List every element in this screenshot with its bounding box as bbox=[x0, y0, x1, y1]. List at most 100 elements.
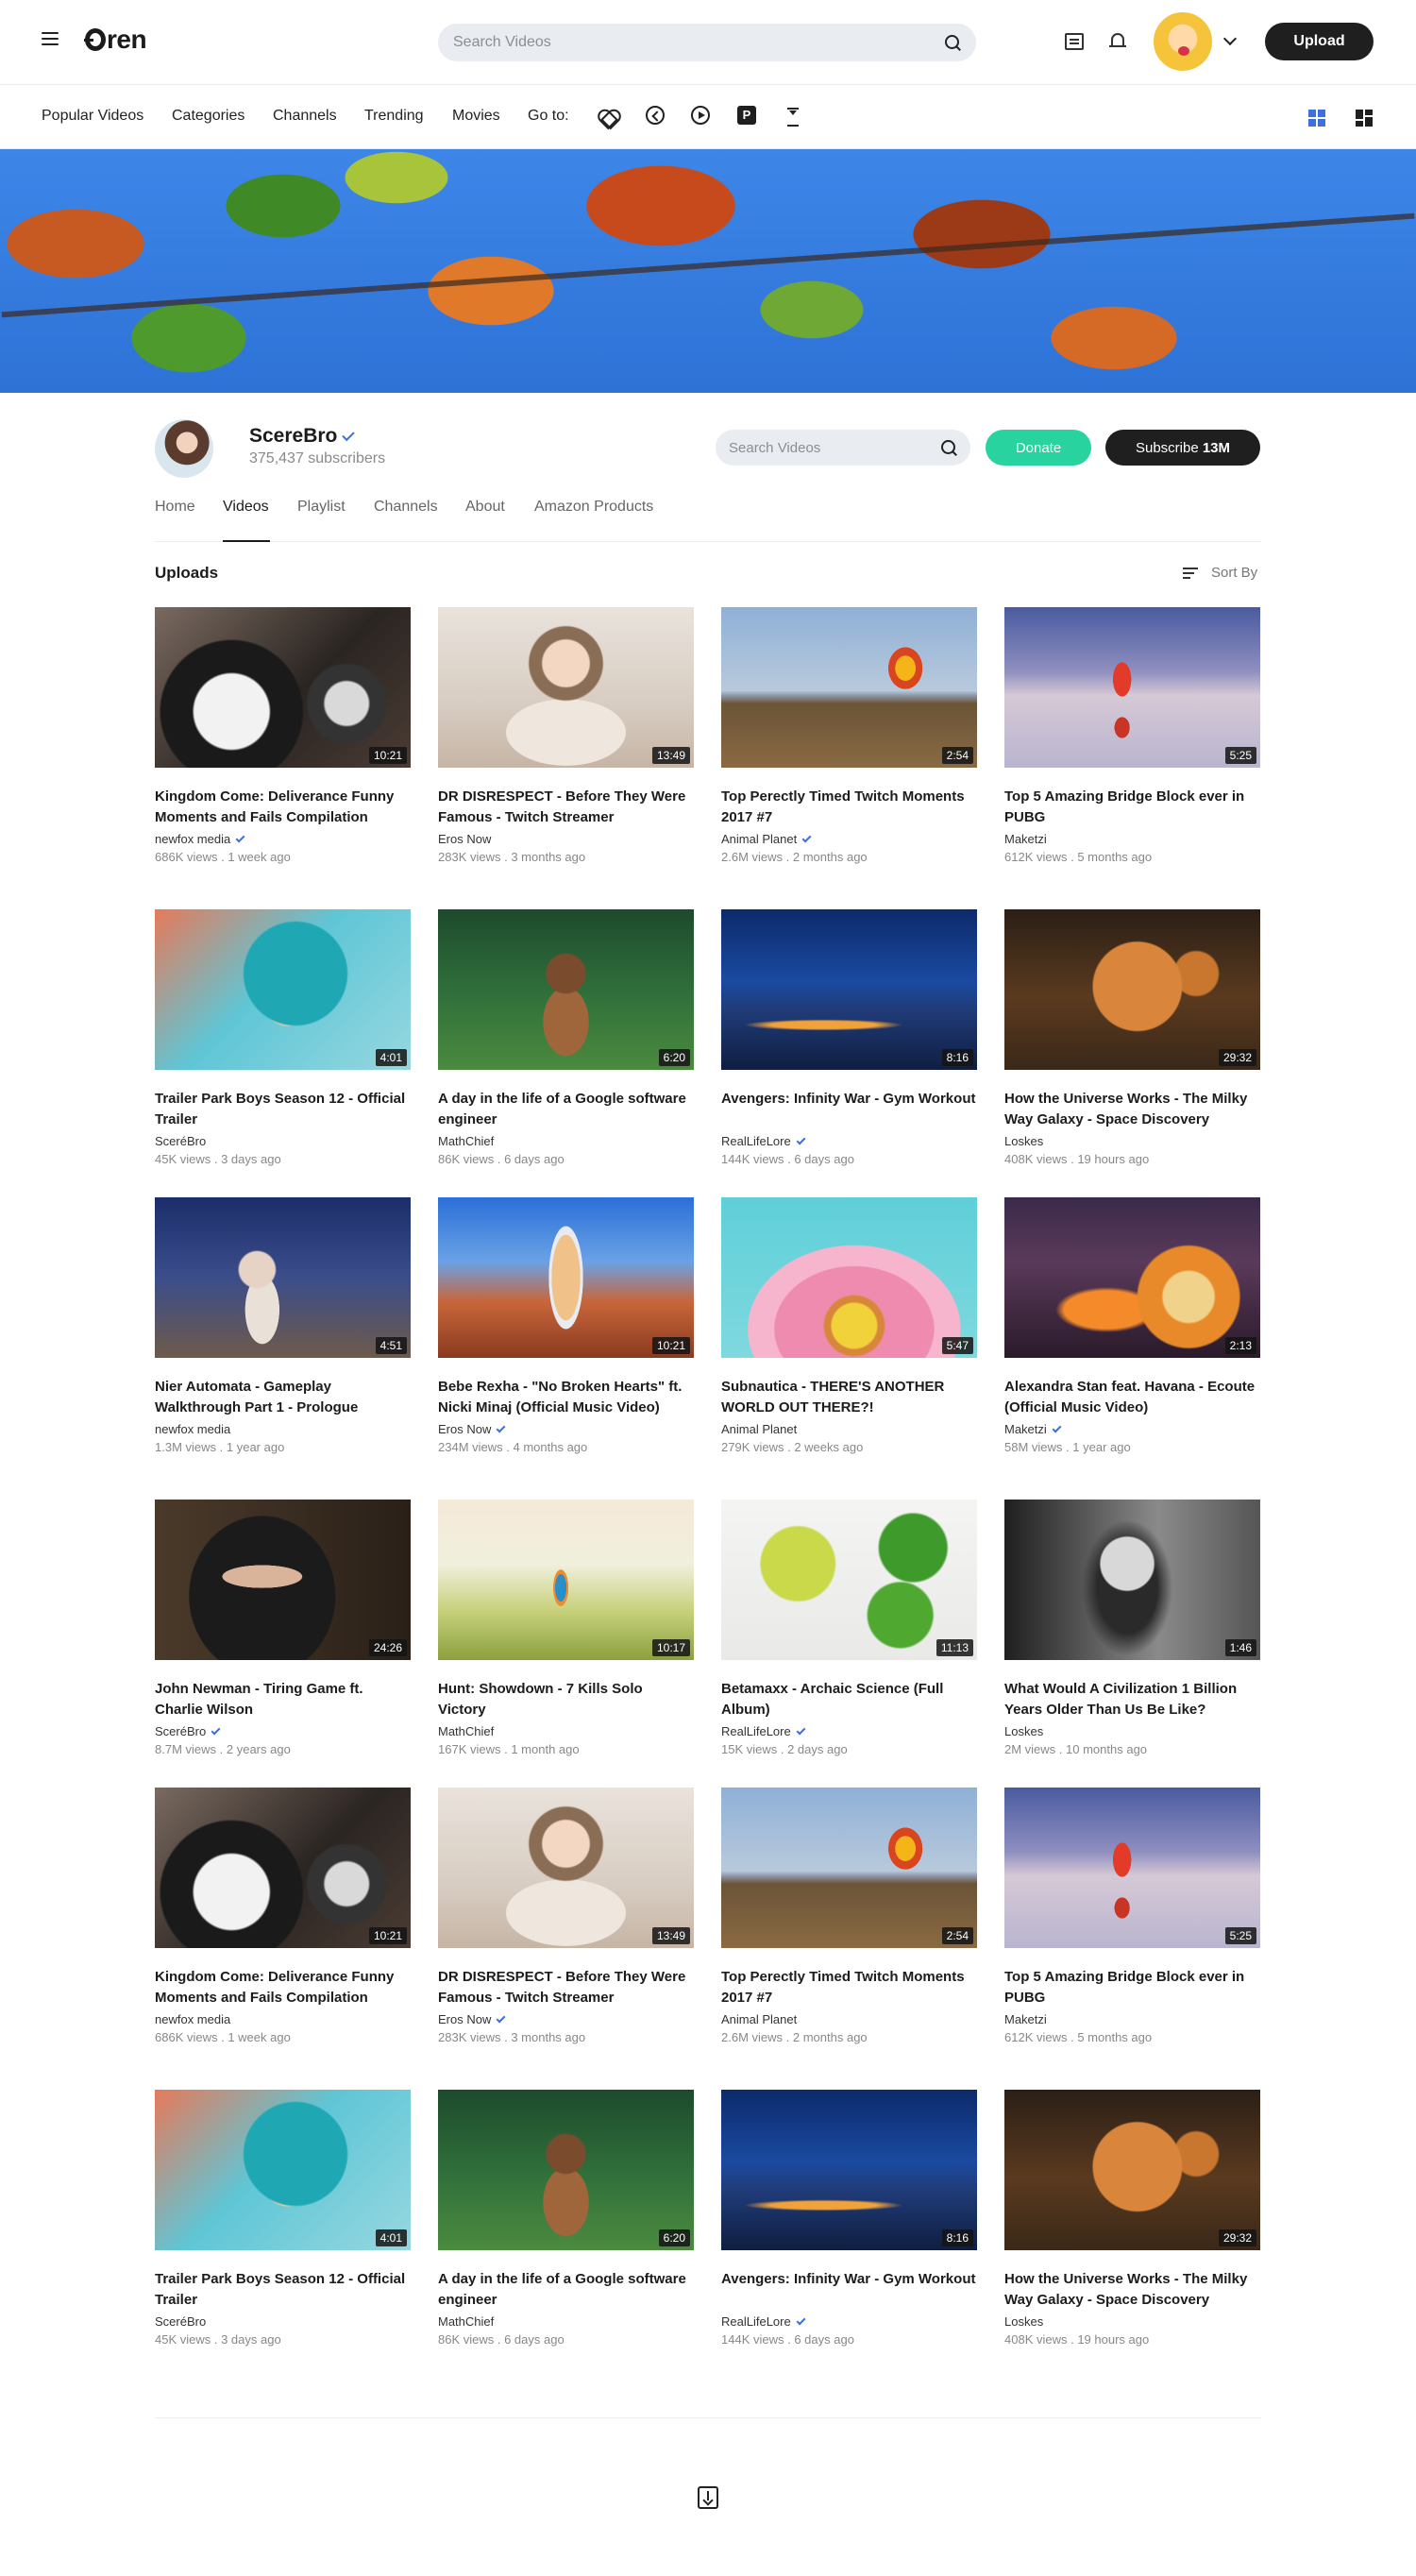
video-thumbnail[interactable]: 5:25 bbox=[1004, 1788, 1260, 1948]
video-thumbnail[interactable]: 4:01 bbox=[155, 2090, 411, 2250]
load-more-icon[interactable] bbox=[698, 2486, 718, 2509]
video-channel[interactable]: Loskes bbox=[1004, 1134, 1260, 1148]
video-title[interactable]: Kingdom Come: Deliverance Funny Moments … bbox=[155, 1967, 411, 2008]
video-channel[interactable]: Eros Now bbox=[438, 1422, 694, 1436]
video-card[interactable]: 8:16 Avengers: Infinity War - Gym Workout… bbox=[721, 2090, 977, 2347]
video-thumbnail[interactable]: 8:16 bbox=[721, 909, 977, 1070]
video-title[interactable]: Top Perectly Timed Twitch Moments 2017 #… bbox=[721, 1967, 977, 2008]
video-thumbnail[interactable]: 6:20 bbox=[438, 2090, 694, 2250]
subscribe-button[interactable]: Subscribe 13M bbox=[1105, 430, 1260, 466]
nav-popular-videos[interactable]: Popular Videos bbox=[42, 108, 143, 125]
video-channel[interactable]: Animal Planet bbox=[721, 832, 977, 846]
video-thumbnail[interactable]: 4:51 bbox=[155, 1197, 411, 1358]
channel-name[interactable]: ScereBro bbox=[249, 425, 356, 448]
hourglass-icon[interactable] bbox=[784, 106, 804, 127]
tab-channels[interactable]: Channels bbox=[374, 499, 438, 516]
video-title[interactable]: John Newman - Tiring Game ft. Charlie Wi… bbox=[155, 1679, 411, 1720]
tab-videos[interactable]: Videos bbox=[223, 499, 269, 516]
masonry-view-icon[interactable] bbox=[1356, 110, 1373, 127]
video-title[interactable]: How the Universe Works - The Milky Way G… bbox=[1004, 2269, 1260, 2311]
video-title[interactable]: Trailer Park Boys Season 12 - Official T… bbox=[155, 1089, 411, 1130]
video-card[interactable]: 2:54 Top Perectly Timed Twitch Moments 20… bbox=[721, 607, 977, 864]
video-thumbnail[interactable]: 13:49 bbox=[438, 1788, 694, 1948]
video-channel[interactable]: RealLifeLore bbox=[721, 1134, 977, 1148]
video-title[interactable]: A day in the life of a Google software e… bbox=[438, 2269, 694, 2311]
video-card[interactable]: 6:20 A day in the life of a Google softwa… bbox=[438, 2090, 694, 2347]
video-channel[interactable]: Loskes bbox=[1004, 1724, 1260, 1738]
video-thumbnail[interactable]: 2:54 bbox=[721, 607, 977, 768]
heart-icon[interactable] bbox=[598, 106, 618, 127]
video-card[interactable]: 29:32 How the Universe Works - The Milky … bbox=[1004, 909, 1260, 1166]
nav-movies[interactable]: Movies bbox=[452, 108, 500, 125]
video-channel[interactable]: Eros Now bbox=[438, 832, 694, 846]
video-thumbnail[interactable]: 13:49 bbox=[438, 607, 694, 768]
video-channel[interactable]: Animal Planet bbox=[721, 1422, 977, 1436]
tab-playlist[interactable]: Playlist bbox=[297, 499, 346, 516]
video-thumbnail[interactable]: 5:25 bbox=[1004, 607, 1260, 768]
video-title[interactable]: What Would A Civilization 1 Billion Year… bbox=[1004, 1679, 1260, 1720]
video-card[interactable]: 8:16 Avengers: Infinity War - Gym Workout… bbox=[721, 909, 977, 1166]
video-title[interactable]: Top 5 Amazing Bridge Block ever in PUBG bbox=[1004, 1967, 1260, 2008]
video-thumbnail[interactable]: 29:32 bbox=[1004, 909, 1260, 1070]
video-card[interactable]: 1:46 What Would A Civilization 1 Billion … bbox=[1004, 1500, 1260, 1756]
video-card[interactable]: 4:51 Nier Automata - Gameplay Walkthrough… bbox=[155, 1197, 411, 1454]
video-thumbnail[interactable]: 4:01 bbox=[155, 909, 411, 1070]
nav-categories[interactable]: Categories bbox=[172, 108, 244, 125]
video-channel[interactable]: Maketzi bbox=[1004, 2012, 1260, 2026]
video-title[interactable]: Avengers: Infinity War - Gym Workout bbox=[721, 2269, 977, 2311]
video-card[interactable]: 10:17 Hunt: Showdown - 7 Kills Solo Victo… bbox=[438, 1500, 694, 1756]
user-avatar[interactable] bbox=[1154, 12, 1212, 71]
video-thumbnail[interactable]: 11:13 bbox=[721, 1500, 977, 1660]
video-channel[interactable]: SceréBro bbox=[155, 1724, 411, 1738]
video-card[interactable]: 4:01 Trailer Park Boys Season 12 - Offici… bbox=[155, 2090, 411, 2347]
video-thumbnail[interactable]: 10:17 bbox=[438, 1500, 694, 1660]
video-channel[interactable]: newfox media bbox=[155, 832, 411, 846]
video-title[interactable]: Kingdom Come: Deliverance Funny Moments … bbox=[155, 787, 411, 828]
video-title[interactable]: Hunt: Showdown - 7 Kills Solo Victory bbox=[438, 1679, 694, 1720]
video-card[interactable]: 11:13 Betamaxx - Archaic Science (Full Al… bbox=[721, 1500, 977, 1756]
video-channel[interactable]: newfox media bbox=[155, 2012, 411, 2026]
video-channel[interactable]: Loskes bbox=[1004, 2314, 1260, 2329]
video-thumbnail[interactable]: 6:20 bbox=[438, 909, 694, 1070]
bell-icon[interactable] bbox=[1109, 31, 1126, 50]
video-title[interactable]: Top Perectly Timed Twitch Moments 2017 #… bbox=[721, 787, 977, 828]
video-thumbnail[interactable]: 1:46 bbox=[1004, 1500, 1260, 1660]
video-thumbnail[interactable]: 29:32 bbox=[1004, 2090, 1260, 2250]
video-channel[interactable]: RealLifeLore bbox=[721, 1724, 977, 1738]
video-title[interactable]: DR DISRESPECT - Before They Were Famous … bbox=[438, 1967, 694, 2008]
video-title[interactable]: Bebe Rexha - "No Broken Hearts" ft. Nick… bbox=[438, 1377, 694, 1418]
video-title[interactable]: Subnautica - THERE'S ANOTHER WORLD OUT T… bbox=[721, 1377, 977, 1418]
tab-home[interactable]: Home bbox=[155, 499, 195, 516]
video-channel[interactable]: Animal Planet bbox=[721, 2012, 977, 2026]
menu-icon[interactable] bbox=[42, 32, 59, 45]
video-title[interactable]: Top 5 Amazing Bridge Block ever in PUBG bbox=[1004, 787, 1260, 828]
p-icon[interactable]: P bbox=[737, 106, 756, 125]
video-thumbnail[interactable]: 24:26 bbox=[155, 1500, 411, 1660]
channel-avatar[interactable] bbox=[155, 419, 213, 478]
video-channel[interactable]: MathChief bbox=[438, 1134, 694, 1148]
video-card[interactable]: 10:21 Kingdom Come: Deliverance Funny Mom… bbox=[155, 607, 411, 864]
video-channel[interactable]: RealLifeLore bbox=[721, 2314, 977, 2329]
video-channel[interactable]: SceréBro bbox=[155, 2314, 411, 2329]
video-title[interactable]: Trailer Park Boys Season 12 - Official T… bbox=[155, 2269, 411, 2311]
video-card[interactable]: 5:25 Top 5 Amazing Bridge Block ever in P… bbox=[1004, 607, 1260, 864]
video-card[interactable]: 4:01 Trailer Park Boys Season 12 - Offici… bbox=[155, 909, 411, 1166]
video-channel[interactable]: SceréBro bbox=[155, 1134, 411, 1148]
logo[interactable]: ren bbox=[84, 25, 147, 55]
video-title[interactable]: Alexandra Stan feat. Havana - Ecoute (Of… bbox=[1004, 1377, 1260, 1418]
tab-about[interactable]: About bbox=[465, 499, 505, 516]
video-title[interactable]: Betamaxx - Archaic Science (Full Album) bbox=[721, 1679, 977, 1720]
video-card[interactable]: 13:49 DR DISRESPECT - Before They Were Fa… bbox=[438, 1788, 694, 2044]
video-card[interactable]: 5:25 Top 5 Amazing Bridge Block ever in P… bbox=[1004, 1788, 1260, 2044]
video-thumbnail[interactable]: 10:21 bbox=[155, 607, 411, 768]
video-card[interactable]: 6:20 A day in the life of a Google softwa… bbox=[438, 909, 694, 1166]
video-channel[interactable]: MathChief bbox=[438, 1724, 694, 1738]
video-card[interactable]: 29:32 How the Universe Works - The Milky … bbox=[1004, 2090, 1260, 2347]
video-channel[interactable]: Eros Now bbox=[438, 2012, 694, 2026]
video-card[interactable]: 5:47 Subnautica - THERE'S ANOTHER WORLD O… bbox=[721, 1197, 977, 1454]
video-card[interactable]: 10:21 Kingdom Come: Deliverance Funny Mom… bbox=[155, 1788, 411, 2044]
video-card[interactable]: 13:49 DR DISRESPECT - Before They Were Fa… bbox=[438, 607, 694, 864]
nav-trending[interactable]: Trending bbox=[364, 108, 424, 125]
video-card[interactable]: 10:21 Bebe Rexha - "No Broken Hearts" ft.… bbox=[438, 1197, 694, 1454]
nav-channels[interactable]: Channels bbox=[273, 108, 337, 125]
